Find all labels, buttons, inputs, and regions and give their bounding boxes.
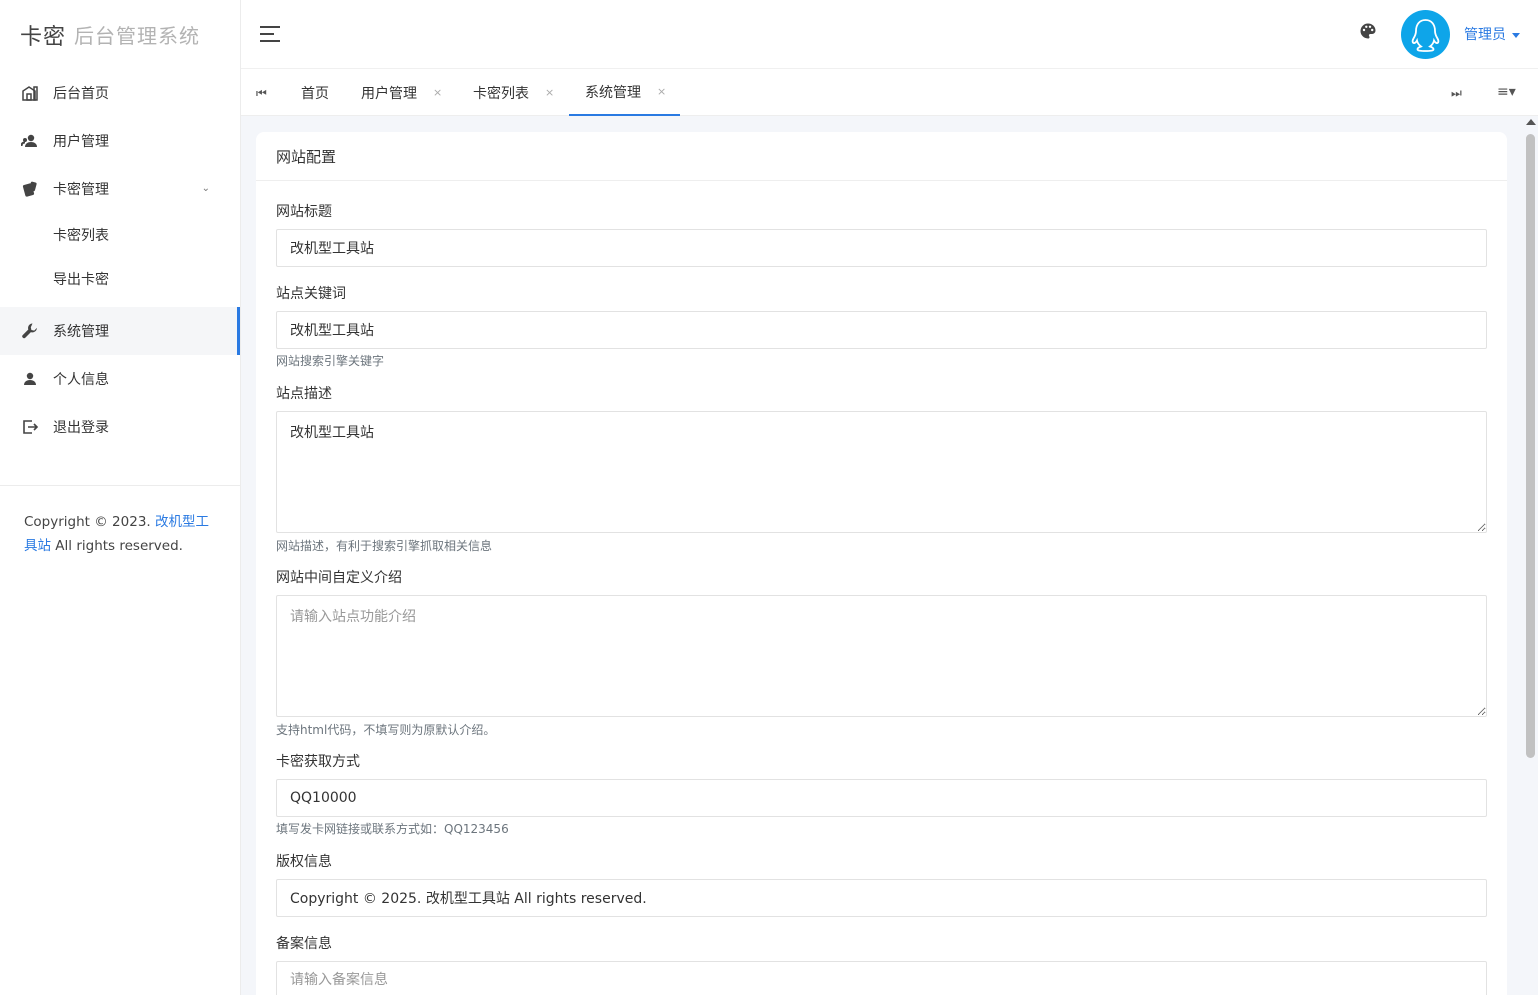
form-group-intro: 网站中间自定义介绍 支持html代码，不填写则为原默认介绍。: [276, 570, 1487, 738]
field-label: 版权信息: [276, 854, 332, 870]
logo-main-text: 卡密: [20, 24, 67, 50]
sidebar-item-label: 卡密管理: [53, 182, 109, 198]
tab-system-management[interactable]: 系统管理 ×: [569, 69, 681, 116]
sidebar-item-label: 个人信息: [53, 372, 109, 388]
intro-textarea[interactable]: [276, 595, 1487, 717]
tab-options-menu-icon[interactable]: ≡▾: [1497, 84, 1516, 100]
tab-bar: ⏮ 首页 用户管理 × 卡密列表 × 系统管理 × ⏭ ≡▾: [241, 69, 1538, 116]
cards-icon: [21, 180, 39, 198]
sidebar-item-users[interactable]: 用户管理: [0, 117, 240, 165]
form-group-card-method: 卡密获取方式 填写发卡网链接或联系方式如：QQ123456: [276, 754, 1487, 837]
field-help-text: 网站描述，有利于搜索引擎抓取相关信息: [276, 539, 493, 553]
scroll-up-arrow-icon[interactable]: [1526, 119, 1536, 125]
tab-user-management[interactable]: 用户管理 ×: [361, 69, 442, 116]
description-textarea[interactable]: 改机型工具站: [276, 411, 1487, 533]
top-header: 管理员: [241, 0, 1538, 69]
qq-penguin-icon: [1411, 19, 1440, 52]
sidebar-subitem-card-list[interactable]: 卡密列表: [0, 213, 240, 257]
sidebar-item-logout[interactable]: 退出登录: [0, 403, 240, 451]
logout-icon: [21, 418, 39, 436]
caret-down-icon: [1512, 32, 1520, 38]
tab-card-list[interactable]: 卡密列表 ×: [473, 69, 554, 116]
sidebar-item-system[interactable]: 系统管理: [0, 307, 240, 355]
field-help-text: 网站搜索引擎关键字: [276, 354, 385, 368]
field-help-text: 支持html代码，不填写则为原默认介绍。: [276, 723, 496, 737]
person-icon: [21, 370, 39, 388]
sidebar-item-home[interactable]: 后台首页: [0, 69, 240, 117]
logo[interactable]: 卡密 后台管理系统: [0, 0, 240, 69]
tab-label: 卡密列表: [473, 85, 529, 102]
icp-input[interactable]: [276, 961, 1487, 995]
user-name: 管理员: [1464, 27, 1506, 43]
avatar[interactable]: [1401, 10, 1450, 59]
home-icon: [21, 84, 39, 102]
card-title: 网站配置: [256, 132, 1507, 181]
field-help-text: 填写发卡网链接或联系方式如：QQ123456: [276, 822, 509, 836]
keywords-input[interactable]: [276, 311, 1487, 349]
tab-label: 系统管理: [585, 84, 641, 101]
palette-icon[interactable]: [1359, 22, 1379, 42]
form-group-site-title: 网站标题: [276, 204, 1487, 267]
field-label: 站点关键词: [276, 286, 346, 302]
tab-close-icon[interactable]: ×: [657, 85, 666, 98]
sidebar-item-profile[interactable]: 个人信息: [0, 355, 240, 403]
field-label: 网站中间自定义介绍: [276, 570, 402, 586]
card-method-input[interactable]: [276, 779, 1487, 817]
tab-label: 首页: [301, 85, 329, 102]
copyright-input[interactable]: [276, 879, 1487, 917]
tab-home[interactable]: 首页: [301, 69, 329, 116]
sidebar-item-label: 后台首页: [53, 86, 109, 102]
users-icon: [21, 132, 39, 150]
field-label: 网站标题: [276, 204, 332, 220]
field-label: 卡密获取方式: [276, 754, 360, 770]
wrench-icon: [21, 322, 39, 340]
sidebar-divider: [0, 485, 240, 486]
site-title-input[interactable]: [276, 229, 1487, 267]
tab-scroll-left-icon[interactable]: ⏮: [256, 86, 267, 101]
form-group-description: 站点描述 改机型工具站 网站描述，有利于搜索引擎抓取相关信息: [276, 386, 1487, 554]
scrollbar-thumb[interactable]: [1526, 134, 1535, 758]
menu-toggle-icon[interactable]: [260, 24, 282, 44]
sidebar-item-label: 退出登录: [53, 420, 109, 436]
form-group-keywords: 站点关键词 网站搜索引擎关键字: [276, 286, 1487, 369]
tab-close-icon[interactable]: ×: [545, 86, 554, 99]
sidebar: 卡密 后台管理系统 后台首页 用户管理 卡密管理 ⌄ 卡密列表 导出卡密 系统管…: [0, 0, 241, 995]
sidebar-item-label: 用户管理: [53, 134, 109, 150]
user-menu-dropdown[interactable]: 管理员: [1464, 24, 1520, 44]
tab-close-icon[interactable]: ×: [433, 86, 442, 99]
form-group-copyright: 版权信息: [276, 854, 1487, 917]
sidebar-copyright: Copyright © 2023. 改机型工具站 All rights rese…: [24, 510, 220, 558]
tab-label: 用户管理: [361, 85, 417, 102]
sidebar-item-label: 系统管理: [53, 324, 109, 340]
copyright-prefix: Copyright © 2023.: [24, 514, 155, 530]
field-label: 备案信息: [276, 936, 332, 952]
sidebar-subitem-export-cards[interactable]: 导出卡密: [0, 257, 240, 301]
form-group-icp: 备案信息: [276, 936, 1487, 995]
sidebar-item-card-management[interactable]: 卡密管理 ⌄: [0, 165, 240, 213]
chevron-down-icon: ⌄: [201, 183, 210, 194]
site-config-card: 网站配置 网站标题 站点关键词 网站搜索引擎关键字 站点描述 改机型工具站 网站…: [256, 132, 1507, 995]
tab-scroll-right-icon[interactable]: ⏭: [1451, 86, 1462, 101]
logo-sub-text: 后台管理系统: [74, 24, 201, 48]
copyright-suffix: All rights reserved.: [51, 538, 183, 554]
field-label: 站点描述: [276, 386, 332, 402]
